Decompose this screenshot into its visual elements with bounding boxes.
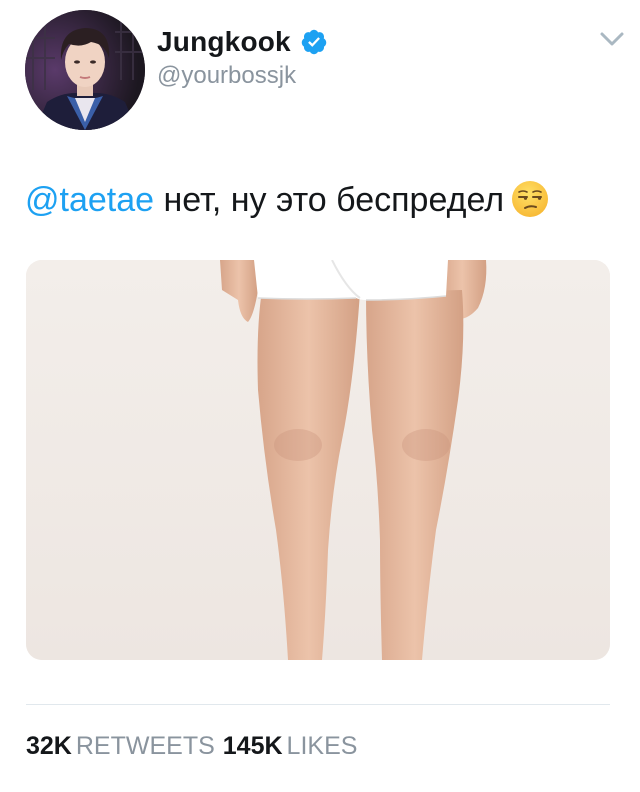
photo-legs-white-briefs-icon	[26, 260, 610, 660]
unamused-face-emoji-icon	[510, 179, 550, 219]
tweet-photo[interactable]	[26, 260, 610, 660]
likes-stat[interactable]: 145K LIKES	[223, 732, 366, 760]
tweet-stats: 32K RETWEETS 145K LIKES	[26, 730, 365, 762]
retweets-label: RETWEETS	[75, 732, 215, 760]
tweet-card: Jungkook @yourbossjk @taetae нет, ну это…	[0, 0, 640, 792]
tweet-text: @taetae нет, ну это беспредел	[25, 176, 550, 224]
display-name[interactable]: Jungkook	[157, 26, 291, 58]
avatar[interactable]	[25, 10, 145, 130]
chevron-down-icon[interactable]	[598, 28, 626, 50]
user-handle[interactable]: @yourbossjk	[157, 62, 296, 90]
retweets-stat[interactable]: 32K RETWEETS	[26, 732, 223, 760]
verified-badge-icon	[300, 28, 328, 56]
likes-count: 145K	[222, 732, 283, 760]
divider	[26, 704, 610, 705]
retweets-count: 32K	[26, 732, 72, 760]
profile-photo-icon	[25, 10, 145, 130]
tweet-body: нет, ну это беспредел	[154, 181, 505, 219]
mention-link[interactable]: @taetae	[25, 181, 154, 219]
likes-label: LIKES	[286, 732, 358, 760]
name-row: Jungkook	[157, 24, 328, 60]
